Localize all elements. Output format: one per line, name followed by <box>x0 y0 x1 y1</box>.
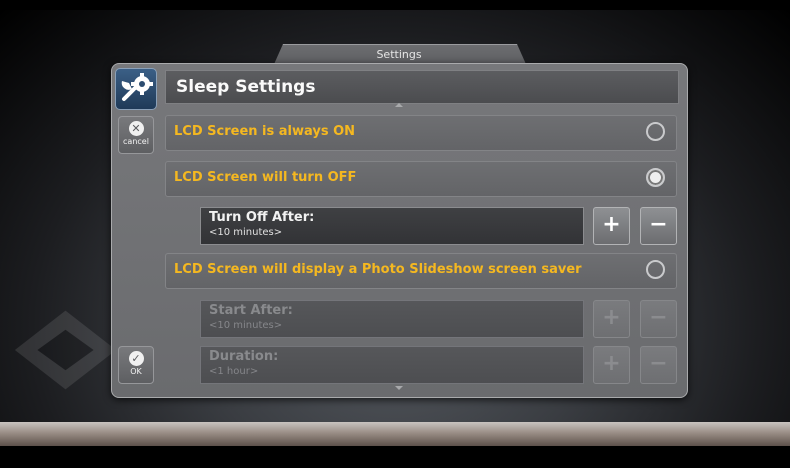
cancel-label: cancel <box>123 137 149 146</box>
option-slideshow[interactable]: LCD Screen will display a Photo Slidesho… <box>165 253 677 289</box>
start-after-title: Start After: <box>209 303 293 318</box>
ok-label: OK <box>130 367 142 376</box>
ok-button[interactable]: ✓ OK <box>118 346 154 384</box>
option-label: LCD Screen is always ON <box>174 124 356 139</box>
scroll-up-icon[interactable] <box>395 103 403 107</box>
page-title: Sleep Settings <box>176 77 316 97</box>
turn-off-after-value: <10 minutes> <box>209 227 283 238</box>
close-icon: ✕ <box>128 121 144 136</box>
settings-menu-button[interactable] <box>115 68 157 110</box>
duration-value: <1 hour> <box>209 366 259 377</box>
duration-title: Duration: <box>209 349 279 364</box>
option-label: LCD Screen will display a Photo Slidesho… <box>174 262 582 277</box>
option-label: LCD Screen will turn OFF <box>174 170 357 185</box>
cancel-button[interactable]: ✕ cancel <box>118 116 154 154</box>
background-logo-icon <box>14 310 117 390</box>
start-after-value: <10 minutes> <box>209 320 283 331</box>
turn-off-minus-button[interactable]: − <box>640 207 677 245</box>
radio-always-on[interactable] <box>646 122 665 141</box>
settings-tools-icon <box>121 73 153 101</box>
floor-bar <box>0 422 790 446</box>
duration-minus-button[interactable]: − <box>640 346 677 384</box>
duration-plus-button[interactable]: + <box>593 346 630 384</box>
start-after-field[interactable]: Start After: <10 minutes> <box>200 300 584 338</box>
tab-title: Settings <box>376 48 422 61</box>
start-after-plus-button[interactable]: + <box>593 300 630 338</box>
radio-slideshow[interactable] <box>646 260 665 279</box>
duration-field[interactable]: Duration: <1 hour> <box>200 346 584 384</box>
start-after-minus-button[interactable]: − <box>640 300 677 338</box>
scroll-down-icon[interactable] <box>395 386 403 390</box>
check-icon: ✓ <box>128 351 144 366</box>
turn-off-plus-button[interactable]: + <box>593 207 630 245</box>
header-bar: Sleep Settings <box>165 70 679 104</box>
turn-off-after-field[interactable]: Turn Off After: <10 minutes> <box>200 207 584 245</box>
turn-off-after-title: Turn Off After: <box>209 210 315 225</box>
option-always-on[interactable]: LCD Screen is always ON <box>165 115 677 151</box>
option-turn-off[interactable]: LCD Screen will turn OFF <box>165 161 677 197</box>
radio-turn-off[interactable] <box>646 168 665 187</box>
